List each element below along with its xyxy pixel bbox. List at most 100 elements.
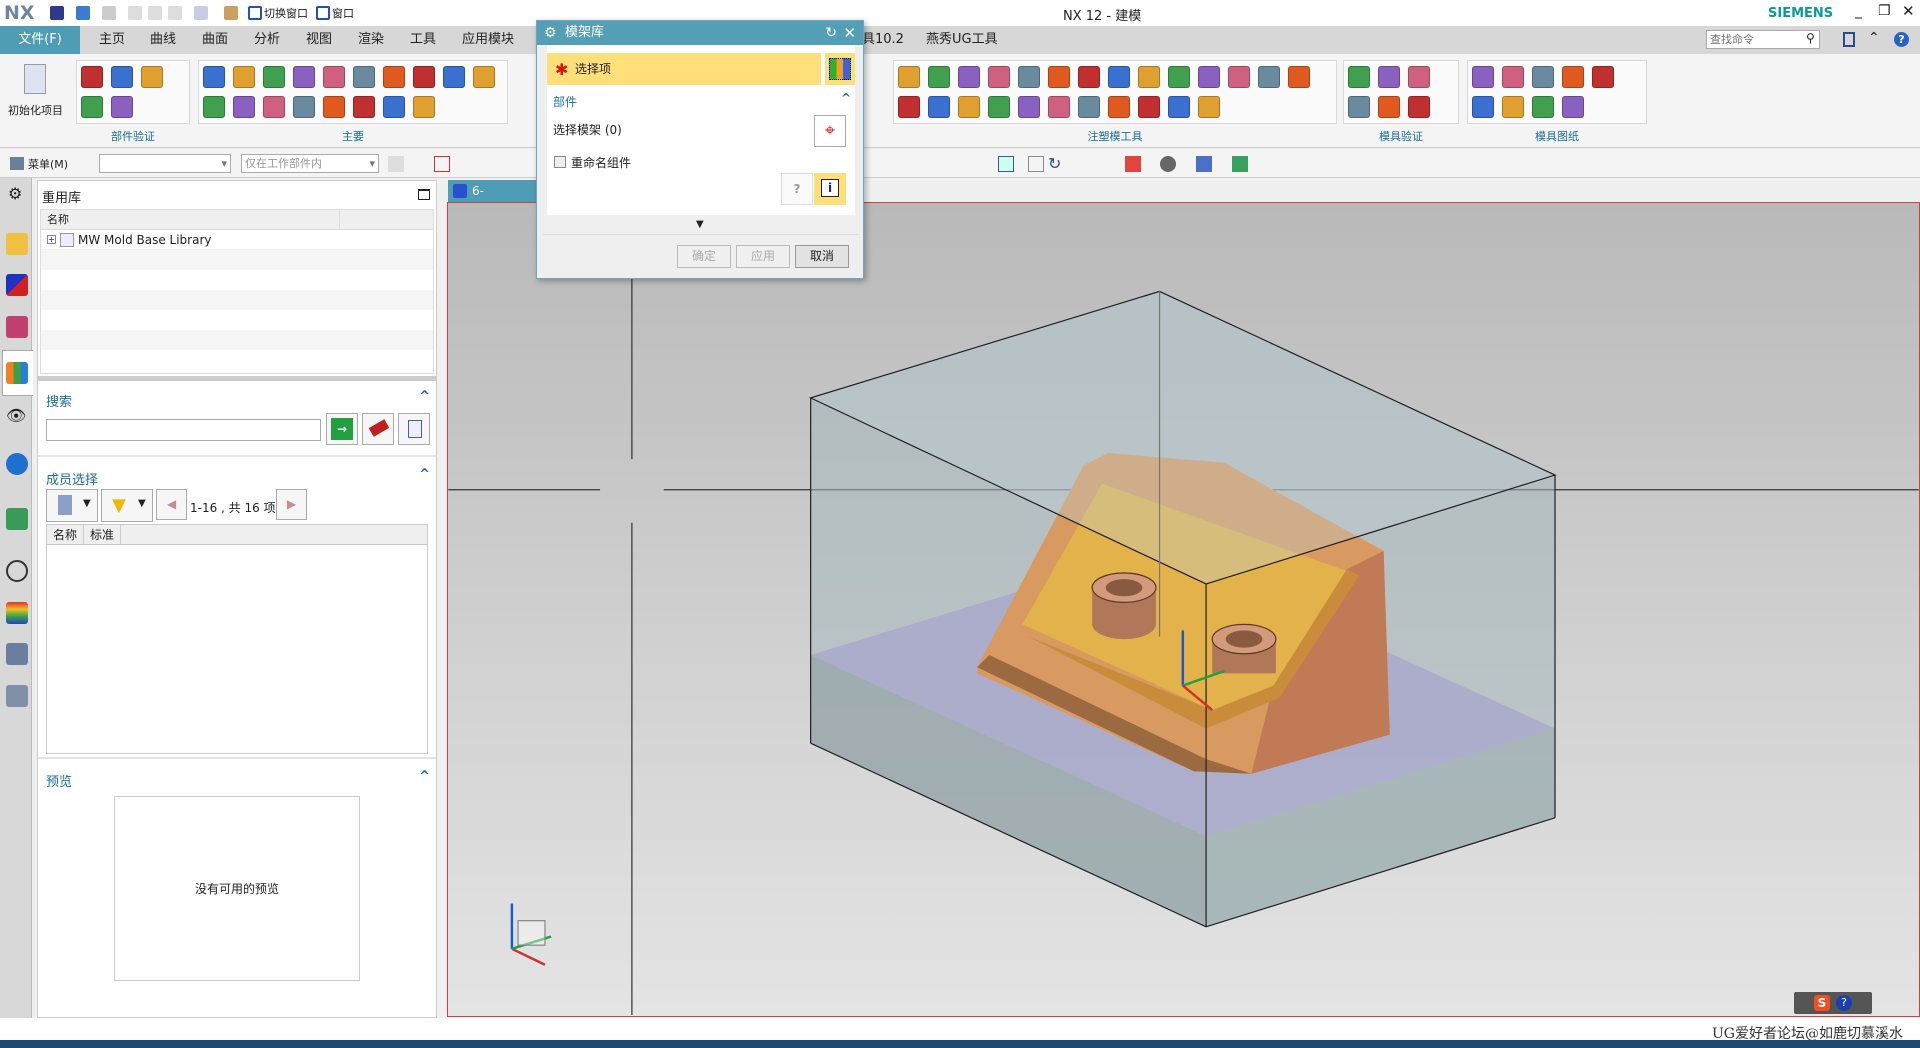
mold-draft-icon[interactable] — [81, 96, 103, 118]
search-icon[interactable]: ⚲ — [1806, 31, 1815, 45]
assembly-navigator-icon[interactable] — [6, 233, 28, 255]
edge-patch-icon[interactable] — [1018, 66, 1040, 88]
view-triad-icon[interactable] — [1125, 156, 1141, 172]
ejector-pin-icon[interactable] — [413, 66, 435, 88]
window-icon[interactable] — [316, 6, 330, 20]
loop-icon[interactable] — [1198, 66, 1220, 88]
selection-icon[interactable] — [388, 156, 404, 172]
render-style-icon[interactable] — [1160, 156, 1176, 172]
settings-icon[interactable]: ⚙ — [8, 184, 22, 203]
center-icon[interactable] — [1562, 96, 1584, 118]
cancel-button[interactable]: 取消 — [795, 245, 849, 268]
snap-point-icon[interactable] — [434, 156, 450, 172]
touch-mode-icon[interactable] — [224, 6, 238, 20]
file-menu-tab[interactable]: 文件(F) — [0, 26, 80, 54]
part-section-header[interactable]: 部件 — [553, 93, 577, 110]
surface-patch-icon[interactable] — [988, 66, 1010, 88]
color-analysis-icon[interactable] — [141, 66, 163, 88]
create-box-icon[interactable] — [898, 66, 920, 88]
type-filter-dropdown[interactable] — [99, 154, 231, 173]
fit-view-icon[interactable] — [998, 156, 1014, 172]
column-standard[interactable]: 标准 — [84, 525, 122, 544]
trim-body-icon[interactable] — [898, 96, 920, 118]
rename-components-checkbox[interactable] — [554, 156, 566, 168]
collapse-section-icon[interactable]: ^ — [841, 91, 851, 105]
motion-icon[interactable] — [1408, 66, 1430, 88]
workpiece-icon[interactable] — [263, 66, 285, 88]
constraint-navigator-icon[interactable] — [6, 274, 28, 296]
interference-icon[interactable] — [1348, 96, 1370, 118]
part-file-tab[interactable]: 6-1_top_00 — [448, 180, 536, 220]
offset-region-icon[interactable] — [1228, 66, 1250, 88]
hole-array-icon[interactable] — [1168, 96, 1190, 118]
zoom-icon[interactable] — [1028, 156, 1044, 172]
paint-icon[interactable] — [1168, 66, 1190, 88]
information-button[interactable]: i — [814, 173, 846, 205]
collapse-preview-icon[interactable]: ^ — [419, 769, 430, 784]
roles-icon[interactable] — [6, 685, 28, 707]
command-search-input[interactable] — [1706, 30, 1820, 49]
label-icon[interactable] — [1532, 96, 1554, 118]
selection-scope-dropdown[interactable]: 仅在工作部件内 — [241, 154, 379, 173]
runner-icon[interactable] — [353, 96, 375, 118]
window-button[interactable]: 窗口 — [332, 5, 354, 21]
csys-icon[interactable] — [233, 66, 255, 88]
fullscreen-icon[interactable] — [1843, 32, 1855, 47]
divide-icon[interactable] — [928, 96, 950, 118]
draft-icon[interactable] — [1138, 96, 1160, 118]
tree-item[interactable]: + MW Mold Base Library — [41, 230, 433, 250]
ime-help-icon[interactable]: ? — [1836, 995, 1852, 1011]
tab-analysis[interactable]: 分析 — [250, 26, 284, 54]
close-window-button[interactable]: ✕ — [1902, 2, 1915, 20]
thickness-icon[interactable] — [111, 96, 133, 118]
search-go-button[interactable]: → — [326, 413, 358, 445]
search-options-button[interactable] — [398, 413, 430, 445]
select-frame-button[interactable]: ⌖ — [814, 115, 846, 147]
orient-view-icon[interactable] — [1196, 156, 1212, 172]
pocket-icon[interactable] — [233, 96, 255, 118]
sprue-icon[interactable] — [443, 66, 465, 88]
standard-part-icon[interactable] — [383, 66, 405, 88]
replace-face-icon[interactable] — [1138, 66, 1160, 88]
assembly-icon[interactable] — [1288, 66, 1310, 88]
wave-icon[interactable] — [1198, 96, 1220, 118]
rotate-icon[interactable]: ↻ — [1048, 154, 1061, 173]
join-icon[interactable] — [1048, 96, 1070, 118]
copy-icon[interactable] — [148, 6, 162, 20]
history-icon[interactable] — [6, 560, 28, 582]
insert-icon[interactable] — [203, 96, 225, 118]
search-input[interactable] — [46, 419, 321, 441]
extend-sheet-icon[interactable] — [1048, 66, 1070, 88]
select-item-row[interactable]: ✱ 选择项 — [547, 53, 821, 85]
tab-yanxiu-ug-tools[interactable]: 燕秀UG工具 — [922, 26, 1002, 54]
check-surface-icon[interactable] — [111, 66, 133, 88]
dialog-title-bar[interactable]: ⚙ 模架库 ↻ ✕ — [537, 21, 863, 45]
visualization-icon[interactable]: 👁 — [6, 406, 26, 425]
section-view-icon[interactable] — [1232, 156, 1248, 172]
drawing-icon[interactable] — [1472, 66, 1494, 88]
solid-patch-icon[interactable] — [958, 66, 980, 88]
save-icon[interactable] — [50, 6, 64, 20]
copy-body-icon[interactable] — [1258, 66, 1280, 88]
more-options-icon[interactable]: ▼ — [696, 219, 704, 230]
previous-page-button[interactable]: ◀ — [156, 489, 187, 520]
palette-icon[interactable] — [6, 602, 28, 624]
column-name[interactable]: 名称 — [47, 525, 85, 544]
maximize-panel-button[interactable] — [418, 189, 430, 200]
collapse-search-icon[interactable]: ^ — [419, 389, 430, 404]
split-face-icon[interactable] — [1078, 96, 1100, 118]
menu-button[interactable]: 菜单(M) — [28, 156, 68, 172]
reference-blend-icon[interactable] — [1108, 66, 1130, 88]
apply-button[interactable]: 应用 — [736, 245, 790, 268]
bom-icon[interactable] — [383, 96, 405, 118]
tab-surface[interactable]: 曲面 — [198, 26, 232, 54]
datum-icon[interactable] — [1562, 66, 1584, 88]
restore-button[interactable]: ❐ — [1878, 3, 1891, 19]
paint-colors-icon[interactable] — [958, 96, 980, 118]
check-body-icon[interactable] — [81, 66, 103, 88]
trim-region-icon[interactable] — [1078, 66, 1100, 88]
parting-icon[interactable] — [323, 66, 345, 88]
library-select-button[interactable] — [825, 53, 855, 85]
init-project-button[interactable]: 初始化项目 — [2, 58, 74, 144]
ime-toolbar[interactable]: S ? — [1794, 992, 1872, 1014]
